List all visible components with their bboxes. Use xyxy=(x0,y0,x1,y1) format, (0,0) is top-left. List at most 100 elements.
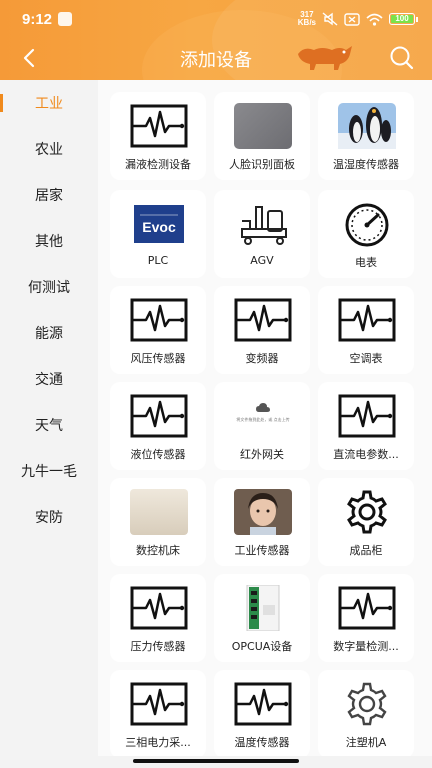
search-icon xyxy=(390,46,414,70)
waveform-icon xyxy=(130,584,188,632)
device-label: 电表 xyxy=(355,256,377,269)
active-indicator xyxy=(0,94,3,112)
search-button[interactable] xyxy=(388,44,416,72)
sidebar-item-label: 交通 xyxy=(35,372,63,388)
waveform-icon xyxy=(130,392,188,440)
device-card[interactable]: Evoc PLC xyxy=(110,190,206,278)
device-card[interactable]: 工业传感器 xyxy=(214,478,310,566)
device-label: 注塑机A xyxy=(345,736,387,749)
device-card[interactable]: 成品柜 xyxy=(318,478,414,566)
sidebar-item-weather[interactable]: 天气 xyxy=(0,402,98,448)
page-title: 添加设备 xyxy=(180,50,252,71)
device-label: 温湿度传感器 xyxy=(333,158,399,171)
notification-app-icon xyxy=(58,12,72,26)
device-label: 变频器 xyxy=(245,352,279,365)
waveform-icon xyxy=(130,102,188,150)
device-label: 数控机床 xyxy=(136,544,180,557)
device-card[interactable]: 将文件拖到此处，或 点击上传 红外网关 xyxy=(214,382,310,470)
device-label: 漏液检测设备 xyxy=(125,158,191,171)
sidebar-item-transport[interactable]: 交通 xyxy=(0,356,98,402)
device-label: 成品柜 xyxy=(349,544,383,557)
device-label: 液位传感器 xyxy=(130,448,186,461)
device-card[interactable]: 压力传感器 xyxy=(110,574,206,662)
device-label: 压力传感器 xyxy=(130,640,186,653)
category-sidebar: 工业 农业 居家 其他 何测试 能源 交通 天气 九牛一毛 安防 xyxy=(0,80,98,768)
upload-hint: 将文件拖到此处，或 点击上传 xyxy=(236,417,290,422)
penguins-image xyxy=(338,102,396,150)
device-card[interactable]: 液位传感器 xyxy=(110,382,206,470)
status-time: 9:12 xyxy=(22,11,53,28)
device-card[interactable]: OPCUA设备 xyxy=(214,574,310,662)
wifi-icon xyxy=(366,13,383,26)
sidebar-item-label: 能源 xyxy=(35,326,63,342)
waveform-icon xyxy=(338,392,396,440)
waveform-icon xyxy=(234,296,292,344)
device-card[interactable]: 温湿度传感器 xyxy=(318,92,414,180)
sidebar-item-industry[interactable]: 工业 xyxy=(0,80,98,126)
device-card[interactable]: 漏液检测设备 xyxy=(110,92,206,180)
device-label: AGV xyxy=(250,254,274,267)
device-card[interactable]: 三相电力采... xyxy=(110,670,206,756)
sidebar-item-label: 其他 xyxy=(35,234,63,250)
device-card[interactable]: 直流电参数... xyxy=(318,382,414,470)
sidebar-item-label: 居家 xyxy=(35,188,63,204)
gear-outline-icon xyxy=(338,680,396,728)
agv-icon xyxy=(234,200,292,248)
sidebar-item-label: 安防 xyxy=(35,510,63,526)
battery-level: 100 xyxy=(391,15,413,23)
device-label: 数字量检测... xyxy=(333,640,399,653)
device-label: 工业传感器 xyxy=(234,544,290,557)
device-card[interactable]: 变频器 xyxy=(214,286,310,374)
network-speed-unit: KB/s xyxy=(297,18,316,27)
device-card[interactable]: 数字量检测... xyxy=(318,574,414,662)
sidebar-item-energy[interactable]: 能源 xyxy=(0,310,98,356)
gear-icon xyxy=(338,488,396,536)
sidebar-item-label: 天气 xyxy=(35,418,63,434)
device-label: 红外网关 xyxy=(240,448,284,461)
child-photo-image xyxy=(234,488,292,536)
home-indicator[interactable] xyxy=(133,759,299,763)
evoc-logo-image: Evoc xyxy=(130,200,188,248)
device-label: OPCUA设备 xyxy=(231,640,293,653)
device-label: 人脸识别面板 xyxy=(229,158,295,171)
sidebar-item-test[interactable]: 何测试 xyxy=(0,264,98,310)
evoc-text: Evoc xyxy=(142,219,176,235)
app-header: 9:12 317 KB/s 100 添加设备 xyxy=(0,0,432,80)
nav-bar: 添加设备 xyxy=(0,36,432,80)
cloud-upload-icon xyxy=(256,403,270,412)
device-card[interactable]: AGV xyxy=(214,190,310,278)
mute-icon xyxy=(322,12,338,26)
sidebar-item-home[interactable]: 居家 xyxy=(0,172,98,218)
network-speed: 317 KB/s xyxy=(298,11,316,27)
paper-image xyxy=(130,488,188,536)
waveform-icon xyxy=(234,680,292,728)
battery-icon: 100 xyxy=(389,13,418,25)
device-grid: 漏液检测设备 人脸识别面板 温湿度传感器 Evoc PLC AGV 电表 风压传… xyxy=(98,80,432,756)
device-card[interactable]: 电表 xyxy=(318,190,414,278)
device-card[interactable]: 人脸识别面板 xyxy=(214,92,310,180)
circuit-board-image xyxy=(234,584,292,632)
sidebar-item-label: 农业 xyxy=(35,142,63,158)
status-bar: 9:12 317 KB/s 100 xyxy=(0,0,432,36)
device-label: PLC xyxy=(147,254,169,267)
sidebar-item-jiuniu[interactable]: 九牛一毛 xyxy=(0,448,98,494)
sidebar-item-other[interactable]: 其他 xyxy=(0,218,98,264)
device-label: 空调表 xyxy=(349,352,383,365)
sidebar-item-security[interactable]: 安防 xyxy=(0,494,98,540)
sidebar-item-agriculture[interactable]: 农业 xyxy=(0,126,98,172)
device-card[interactable]: 温度传感器 xyxy=(214,670,310,756)
waveform-icon xyxy=(130,296,188,344)
device-card[interactable]: 空调表 xyxy=(318,286,414,374)
meter-gauge-icon xyxy=(338,200,396,248)
waveform-icon xyxy=(130,680,188,728)
device-card[interactable]: 风压传感器 xyxy=(110,286,206,374)
sidebar-item-label: 工业 xyxy=(35,96,63,112)
sim-blocked-icon xyxy=(344,12,360,26)
device-card[interactable]: 数控机床 xyxy=(110,478,206,566)
device-card[interactable]: 注塑机A xyxy=(318,670,414,756)
sidebar-item-label: 何测试 xyxy=(28,280,70,296)
sidebar-item-label: 九牛一毛 xyxy=(21,464,77,480)
waveform-icon xyxy=(338,584,396,632)
device-label: 风压传感器 xyxy=(130,352,186,365)
device-label: 温度传感器 xyxy=(234,736,290,749)
